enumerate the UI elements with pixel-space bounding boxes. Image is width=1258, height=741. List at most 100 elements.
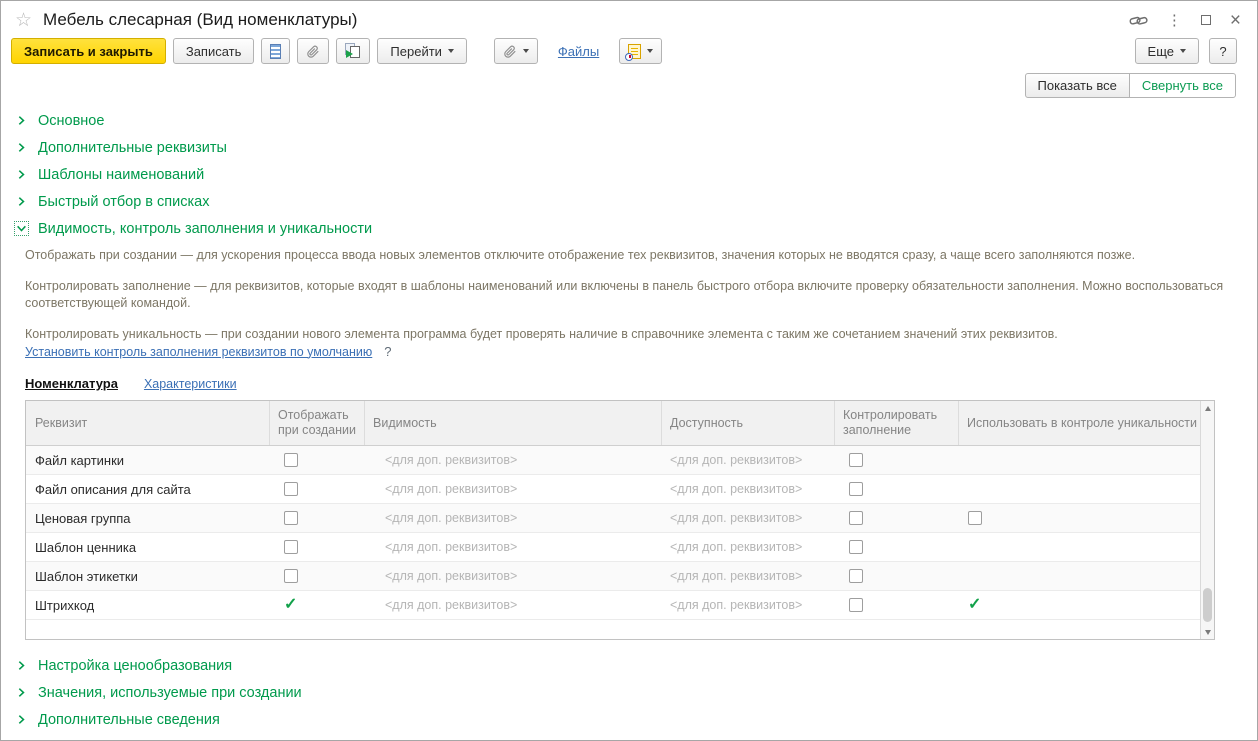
availability-cell: <для доп. реквизитов> — [662, 475, 835, 503]
paperclip-icon — [306, 44, 320, 59]
save-and-close-button[interactable]: Записать и закрыть — [11, 38, 166, 64]
section-label: Основное — [38, 113, 104, 129]
chevron-down-icon — [448, 49, 454, 53]
table-row[interactable]: Файл описания для сайта<для доп. реквизи… — [26, 475, 1200, 504]
table-row[interactable]: Штрихкод✓<для доп. реквизитов><для доп. … — [26, 591, 1200, 620]
attachments-button[interactable] — [297, 38, 329, 64]
control-fill-cell[interactable] — [835, 591, 959, 619]
table-row[interactable]: Шаблон ценника<для доп. реквизитов><для … — [26, 533, 1200, 562]
scroll-down-icon[interactable] — [1201, 625, 1214, 639]
scroll-up-icon[interactable] — [1201, 401, 1214, 415]
display-on-create-cell[interactable] — [270, 504, 365, 532]
section-header[interactable]: Дополнительные реквизиты — [1, 134, 1257, 161]
display-on-create-cell[interactable] — [270, 446, 365, 474]
checkbox[interactable] — [968, 511, 982, 525]
section-header-visibility[interactable]: Видимость, контроль заполнения и уникаль… — [1, 215, 1257, 242]
column-header[interactable]: Доступность — [662, 401, 835, 445]
checkbox[interactable] — [849, 598, 863, 612]
help-button[interactable]: ? — [1209, 38, 1237, 64]
favorite-star-icon[interactable]: ☆ — [15, 11, 32, 30]
tab-nomenclature[interactable]: Номенклатура — [25, 376, 118, 391]
attribute-name: Файл картинки — [26, 446, 270, 474]
uniqueness-cell[interactable] — [959, 533, 1200, 561]
control-fill-cell[interactable] — [835, 533, 959, 561]
column-header[interactable]: Контролировать заполнение — [835, 401, 959, 445]
files-link[interactable]: Файлы — [558, 44, 599, 59]
checkbox[interactable] — [284, 482, 298, 496]
save-button[interactable]: Записать — [173, 38, 255, 64]
display-on-create-cell[interactable] — [270, 562, 365, 590]
chevron-down-icon — [1180, 49, 1186, 53]
display-on-create-cell[interactable]: ✓ — [270, 591, 365, 619]
help-question-icon[interactable]: ? — [384, 344, 391, 359]
chevron-down-icon — [523, 49, 529, 53]
close-icon[interactable]: × — [1230, 11, 1241, 30]
section-label: Настройка ценообразования — [38, 658, 232, 674]
list-icon — [270, 44, 281, 59]
placeholder-text: <для доп. реквизитов> — [385, 511, 517, 525]
chevron-down-icon — [14, 221, 29, 236]
section-label: Дополнительные сведения — [38, 712, 220, 728]
section-header[interactable]: Значения, используемые при создании — [1, 679, 1257, 706]
visibility-cell: <для доп. реквизитов> — [365, 504, 662, 532]
checkbox[interactable] — [849, 511, 863, 525]
more-commands-icon[interactable]: ⋮ — [1167, 11, 1182, 29]
uniqueness-cell[interactable]: ✓ — [959, 591, 1200, 619]
goto-dropdown-button[interactable]: Перейти — [377, 38, 467, 64]
section-header[interactable]: Настройка ценообразования — [1, 652, 1257, 679]
display-on-create-cell[interactable] — [270, 475, 365, 503]
column-header[interactable]: Использовать в контроле уникальности — [959, 401, 1200, 445]
section-label: Шаблоны наименований — [38, 167, 204, 183]
bottom-sections: Настройка ценообразования Значения, испол… — [1, 652, 1257, 733]
checkbox[interactable] — [284, 453, 298, 467]
availability-cell: <для доп. реквизитов> — [662, 504, 835, 532]
placeholder-text: <для доп. реквизитов> — [670, 598, 802, 612]
table-row[interactable]: Файл картинки<для доп. реквизитов><для д… — [26, 446, 1200, 475]
control-fill-cell[interactable] — [835, 562, 959, 590]
table-row[interactable]: Ценовая группа<для доп. реквизитов><для … — [26, 504, 1200, 533]
uniqueness-cell[interactable] — [959, 562, 1200, 590]
copy-create-button[interactable] — [336, 38, 370, 64]
attributes-table: Реквизит Отображать при создании Видимос… — [25, 400, 1215, 640]
report-structure-button[interactable] — [261, 38, 290, 64]
checkbox[interactable] — [849, 569, 863, 583]
show-all-button[interactable]: Показать все — [1025, 73, 1130, 98]
control-fill-cell[interactable] — [835, 475, 959, 503]
checkbox[interactable] — [849, 540, 863, 554]
uniqueness-cell[interactable] — [959, 446, 1200, 474]
table-row[interactable]: Шаблон этикетки<для доп. реквизитов><для… — [26, 562, 1200, 591]
window-controls: ⋮ × — [1129, 11, 1241, 30]
control-fill-cell[interactable] — [835, 446, 959, 474]
column-header[interactable]: Видимость — [365, 401, 662, 445]
check-mark-icon[interactable]: ✓ — [968, 597, 981, 613]
more-button[interactable]: Еще — [1135, 38, 1199, 64]
collapse-all-button[interactable]: Свернуть все — [1129, 73, 1236, 98]
checkbox[interactable] — [849, 482, 863, 496]
placeholder-text: <для доп. реквизитов> — [670, 569, 802, 583]
checkbox[interactable] — [284, 569, 298, 583]
checkbox[interactable] — [284, 511, 298, 525]
display-on-create-cell[interactable] — [270, 533, 365, 561]
table-scrollbar[interactable] — [1200, 401, 1214, 639]
tab-characteristics[interactable]: Характеристики — [144, 377, 237, 391]
column-header[interactable]: Реквизит — [26, 401, 270, 445]
document-history-dropdown-button[interactable] — [619, 38, 662, 64]
column-header[interactable]: Отображать при создании — [270, 401, 365, 445]
attribute-name: Штрихкод — [26, 591, 270, 619]
placeholder-text: <для доп. реквизитов> — [670, 482, 802, 496]
attach-file-dropdown-button[interactable] — [494, 38, 538, 64]
maximize-icon[interactable] — [1201, 15, 1211, 25]
checkbox[interactable] — [284, 540, 298, 554]
uniqueness-cell[interactable] — [959, 475, 1200, 503]
section-header[interactable]: Быстрый отбор в списках — [1, 188, 1257, 215]
section-header[interactable]: Дополнительные сведения — [1, 706, 1257, 733]
section-header[interactable]: Шаблоны наименований — [1, 161, 1257, 188]
scrollbar-thumb[interactable] — [1203, 588, 1212, 622]
set-default-control-link[interactable]: Установить контроль заполнения реквизито… — [25, 345, 372, 359]
uniqueness-cell[interactable] — [959, 504, 1200, 532]
checkbox[interactable] — [849, 453, 863, 467]
get-link-icon[interactable] — [1129, 14, 1148, 27]
section-header[interactable]: Основное — [1, 107, 1257, 134]
control-fill-cell[interactable] — [835, 504, 959, 532]
check-mark-icon[interactable]: ✓ — [284, 597, 297, 613]
